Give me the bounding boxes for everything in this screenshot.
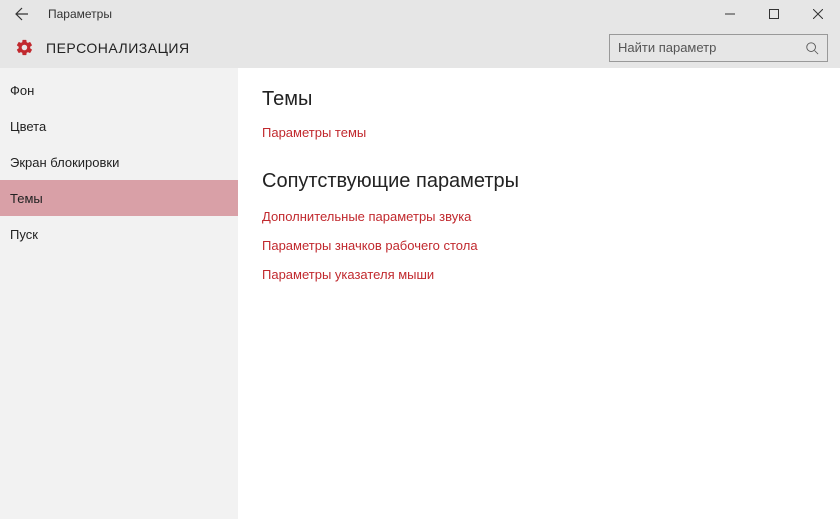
link-sound-settings[interactable]: Дополнительные параметры звука — [262, 209, 816, 224]
window-controls — [708, 0, 840, 28]
link-desktop-icons[interactable]: Параметры значков рабочего стола — [262, 238, 816, 253]
titlebar-left: Параметры — [0, 6, 112, 22]
search-input[interactable]: Найти параметр — [609, 34, 828, 62]
back-button[interactable] — [14, 6, 30, 22]
maximize-button[interactable] — [752, 0, 796, 28]
minimize-icon — [725, 9, 735, 19]
sidebar-item-start[interactable]: Пуск — [0, 216, 238, 252]
section-heading-related: Сопутствующие параметры — [262, 170, 816, 193]
header-left: ПЕРСОНАЛИЗАЦИЯ — [14, 38, 190, 58]
app-header: ПЕРСОНАЛИЗАЦИЯ Найти параметр — [0, 28, 840, 68]
titlebar: Параметры — [0, 0, 840, 28]
content-area: Темы Параметры темы Сопутствующие параме… — [238, 68, 840, 519]
search-placeholder: Найти параметр — [618, 40, 716, 55]
link-theme-settings[interactable]: Параметры темы — [262, 125, 816, 140]
maximize-icon — [769, 9, 779, 19]
sidebar-item-lockscreen[interactable]: Экран блокировки — [0, 144, 238, 180]
gear-icon — [14, 38, 34, 58]
sidebar-item-colors[interactable]: Цвета — [0, 108, 238, 144]
close-button[interactable] — [796, 0, 840, 28]
arrow-left-icon — [14, 6, 30, 22]
body: Фон Цвета Экран блокировки Темы Пуск Тем… — [0, 68, 840, 519]
close-icon — [813, 9, 823, 19]
sidebar: Фон Цвета Экран блокировки Темы Пуск — [0, 68, 238, 519]
section-heading-themes: Темы — [262, 88, 816, 111]
sidebar-item-themes[interactable]: Темы — [0, 180, 238, 216]
link-mouse-pointer[interactable]: Параметры указателя мыши — [262, 267, 816, 282]
window-title: Параметры — [48, 7, 112, 21]
page-title: ПЕРСОНАЛИЗАЦИЯ — [46, 40, 190, 56]
search-icon — [805, 41, 819, 55]
minimize-button[interactable] — [708, 0, 752, 28]
sidebar-item-background[interactable]: Фон — [0, 72, 238, 108]
